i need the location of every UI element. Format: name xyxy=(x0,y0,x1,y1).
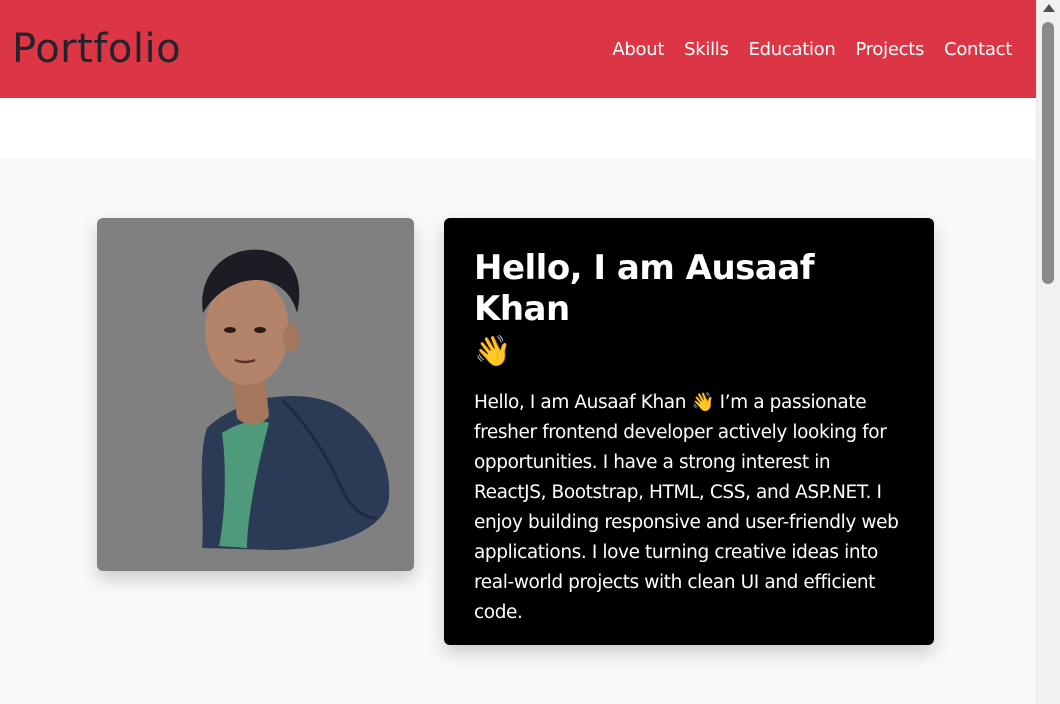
about-heading-text: Hello, I am Ausaaf Khan xyxy=(474,248,815,329)
about-heading: Hello, I am Ausaaf Khan 👋 xyxy=(474,248,904,370)
about-paragraph: Hello, I am Ausaaf Khan 👋 I’m a passiona… xyxy=(474,391,899,623)
brand-logo[interactable]: Portfolio xyxy=(12,29,181,69)
nav-link-skills[interactable]: Skills xyxy=(674,31,738,68)
header-spacer xyxy=(0,98,1036,158)
nav-link-projects[interactable]: Projects xyxy=(845,31,934,68)
vertical-scrollbar[interactable] xyxy=(1036,0,1060,704)
about-card: Hello, I am Ausaaf Khan 👋 Hello, I am Au… xyxy=(444,218,934,645)
wave-icon: 👋 xyxy=(474,333,511,369)
nav-link-contact[interactable]: Contact xyxy=(934,31,1022,68)
navbar: Portfolio About Skills Education Project… xyxy=(0,0,1036,98)
profile-photo xyxy=(97,218,414,571)
about-section: Hello, I am Ausaaf Khan 👋 Hello, I am Au… xyxy=(0,158,1036,704)
page: Portfolio About Skills Education Project… xyxy=(0,0,1036,704)
nav-link-education[interactable]: Education xyxy=(739,31,846,68)
scroll-up-arrow-icon[interactable] xyxy=(1043,4,1055,12)
nav-link-about[interactable]: About xyxy=(602,31,674,68)
nav-links: About Skills Education Projects Contact xyxy=(602,31,1022,68)
profile-portrait-image xyxy=(201,249,390,550)
scroll-thumb[interactable] xyxy=(1042,22,1054,284)
